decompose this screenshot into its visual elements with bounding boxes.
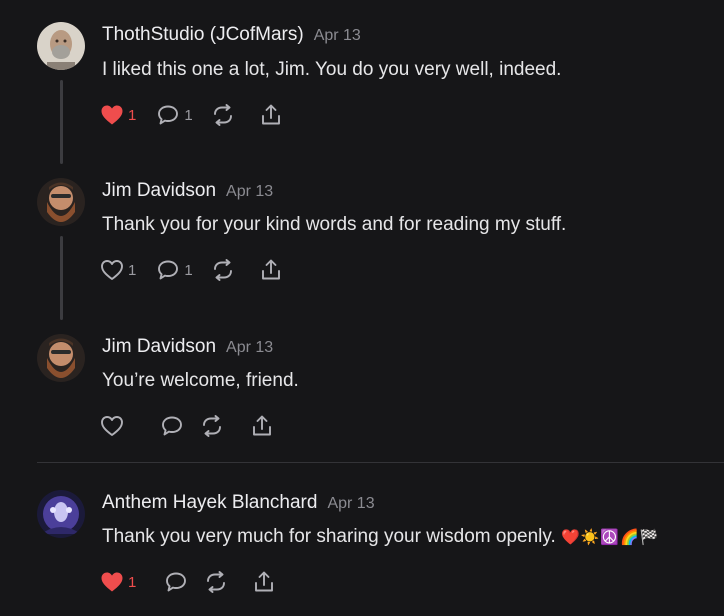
share-button[interactable] xyxy=(259,258,283,282)
comment-text: Thank you very much for sharing your wis… xyxy=(102,526,659,548)
restack-button[interactable] xyxy=(200,415,224,437)
avatar[interactable] xyxy=(37,178,85,226)
comment: ThothStudio (JCofMars) Apr 13 I liked thi… xyxy=(0,0,724,160)
comment: Jim Davidson Apr 13 You’re welcome, frien… xyxy=(0,316,724,462)
comment-actions: 1 xyxy=(100,568,276,596)
comment-text-body: Thank you very much for sharing your wis… xyxy=(102,526,556,547)
heart-icon xyxy=(101,572,123,592)
heart-icon xyxy=(101,105,123,125)
share-button[interactable] xyxy=(252,570,276,594)
speech-bubble-icon xyxy=(158,260,179,280)
restack-icon xyxy=(203,415,221,437)
author-name[interactable]: ThothStudio (JCofMars) xyxy=(102,24,304,45)
comment-text: I liked this one a lot, Jim. You do you … xyxy=(102,59,562,80)
comment-actions: 1 1 xyxy=(100,101,283,129)
comment-date[interactable]: Apr 13 xyxy=(314,27,361,44)
reply-button[interactable] xyxy=(160,415,184,437)
reply-count: 1 xyxy=(184,261,193,279)
avatar[interactable] xyxy=(37,490,85,538)
reply-count: 1 xyxy=(184,106,193,124)
share-icon xyxy=(261,259,280,280)
author-name[interactable]: Anthem Hayek Blanchard xyxy=(102,492,317,513)
restack-button[interactable] xyxy=(211,259,235,281)
like-button[interactable]: 1 xyxy=(100,259,136,281)
share-icon xyxy=(253,415,271,436)
comment-date[interactable]: Apr 13 xyxy=(226,339,273,356)
restack-icon xyxy=(207,571,226,593)
restack-icon xyxy=(213,259,232,281)
author-name[interactable]: Jim Davidson xyxy=(102,336,216,357)
share-icon xyxy=(255,571,274,592)
share-button[interactable] xyxy=(250,414,274,438)
comment-text: Thank you for your kind words and for re… xyxy=(102,214,567,235)
author-name[interactable]: Jim Davidson xyxy=(102,180,216,201)
like-button[interactable]: 1 xyxy=(100,104,136,126)
emoji-string: ❤️☀️☮️🌈🏁 xyxy=(561,529,660,546)
like-count: 1 xyxy=(128,106,137,124)
heart-icon xyxy=(101,260,123,280)
comment: Anthem Hayek Blanchard Apr 13 Thank you v… xyxy=(0,463,724,616)
avatar[interactable] xyxy=(37,22,85,70)
like-button[interactable]: 1 xyxy=(100,571,136,593)
comment-date[interactable]: Apr 13 xyxy=(327,495,374,512)
restack-button[interactable] xyxy=(204,571,228,593)
heart-icon xyxy=(101,416,123,436)
comment-actions xyxy=(100,412,274,440)
share-icon xyxy=(261,104,280,125)
reply-button[interactable] xyxy=(164,571,188,593)
like-count: 1 xyxy=(128,573,137,591)
comment: Jim Davidson Apr 13 Thank you for your ki… xyxy=(0,160,724,316)
speech-bubble-icon xyxy=(162,416,182,436)
like-button[interactable] xyxy=(100,415,124,437)
comment-date[interactable]: Apr 13 xyxy=(226,183,273,200)
reply-button[interactable]: 1 xyxy=(156,259,193,281)
speech-bubble-icon xyxy=(166,572,187,592)
comment-text: You’re welcome, friend. xyxy=(102,370,299,391)
comment-actions: 1 1 xyxy=(100,256,283,284)
restack-icon xyxy=(213,104,232,126)
like-count: 1 xyxy=(128,261,137,279)
share-button[interactable] xyxy=(259,103,283,127)
speech-bubble-icon xyxy=(158,105,179,125)
reply-button[interactable]: 1 xyxy=(156,104,193,126)
avatar[interactable] xyxy=(37,334,85,382)
restack-button[interactable] xyxy=(211,104,235,126)
